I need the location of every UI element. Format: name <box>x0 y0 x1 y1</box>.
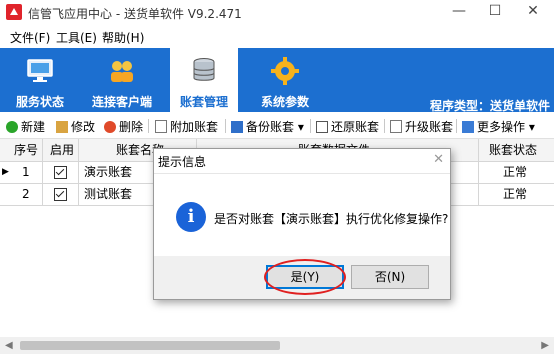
upgrade-icon <box>390 120 402 133</box>
row-index: 1 <box>22 165 30 179</box>
chevron-down-icon: ▾ <box>528 120 535 134</box>
info-icon: i <box>176 202 206 232</box>
column-divider <box>478 139 479 206</box>
confirm-dialog: 提示信息 ✕ i 是否对账套【演示账套】执行优化修复操作? 是(Y) 否(N) <box>153 148 451 300</box>
backup-icon <box>231 121 243 133</box>
enabled-checkbox[interactable] <box>54 166 67 179</box>
dialog-title-bar: 提示信息 ✕ <box>154 149 450 174</box>
tab-label: 系统参数 <box>260 95 309 109</box>
program-type-label: 程序类型：送货单软件 <box>429 99 550 113</box>
more-label: 更多操作 <box>477 120 526 134</box>
upgrade-account-button[interactable]: 升级账套 <box>390 118 453 135</box>
restore-icon <box>316 121 328 133</box>
header-enabled: 启用 <box>50 143 75 157</box>
plus-icon <box>6 121 18 133</box>
more-icon <box>462 121 474 133</box>
tab-label: 账套管理 <box>179 95 228 109</box>
edit-button[interactable]: 修改 <box>56 118 95 135</box>
delete-label: 删除 <box>119 120 144 134</box>
database-icon <box>193 58 215 81</box>
dialog-message: 是否对账套【演示账套】执行优化修复操作? <box>214 212 449 226</box>
close-button[interactable]: ✕ <box>514 0 552 24</box>
scroll-thumb[interactable] <box>20 341 280 350</box>
chevron-down-icon: ▾ <box>297 120 304 134</box>
upgrade-label: 升级账套 <box>405 120 454 134</box>
maximize-button[interactable]: ☐ <box>476 0 514 24</box>
column-divider <box>42 139 43 206</box>
scroll-right-icon[interactable]: ▶ <box>541 340 549 351</box>
row-status: 正常 <box>503 187 528 201</box>
toolbar-divider <box>225 119 226 133</box>
attach-icon <box>155 120 167 133</box>
new-label: 新建 <box>21 120 46 134</box>
menu-tools[interactable]: 工具(E) <box>56 29 97 46</box>
horizontal-scrollbar[interactable]: ◀ ▶ <box>0 337 554 354</box>
row-status: 正常 <box>503 165 528 179</box>
minimize-button[interactable]: — <box>440 0 478 24</box>
row-pointer-icon: ▶ <box>2 167 9 177</box>
tab-connected-clients[interactable]: 连接客户端 <box>84 48 160 112</box>
new-button[interactable]: 新建 <box>6 118 45 135</box>
menu-file[interactable]: 文件(F) <box>10 29 50 46</box>
tab-system-params[interactable]: 系统参数 <box>250 48 320 112</box>
row-index: 2 <box>22 187 30 201</box>
restore-label: 还原账套 <box>331 120 380 134</box>
menu-bar: 文件(F) 工具(E) 帮助(H) <box>0 26 554 46</box>
toolbar-divider <box>310 119 311 133</box>
edit-label: 修改 <box>71 120 96 134</box>
header-status: 账套状态 <box>489 143 538 157</box>
tab-account-management[interactable]: 账套管理 <box>170 48 238 112</box>
more-actions-button[interactable]: 更多操作 ▾ <box>462 118 535 135</box>
backup-account-button[interactable]: 备份账套 ▾ <box>231 118 304 135</box>
toolbar-divider <box>456 119 457 133</box>
title-bar: 信管飞应用中心 - 送货单软件 V9.2.471 — ☐ ✕ <box>0 0 554 24</box>
restore-account-button[interactable]: 还原账套 <box>316 118 379 135</box>
dialog-footer: 是(Y) 否(N) <box>154 256 450 299</box>
highlight-annotation <box>264 259 346 295</box>
toolbar-divider <box>384 119 385 133</box>
gear-icon <box>271 57 299 85</box>
column-divider <box>78 139 79 206</box>
scroll-left-icon[interactable]: ◀ <box>5 340 13 351</box>
tab-service-status[interactable]: 服务状态 <box>8 48 72 112</box>
edit-icon <box>56 121 68 133</box>
menu-help[interactable]: 帮助(H) <box>102 29 144 46</box>
tab-label: 服务状态 <box>15 95 64 109</box>
delete-button[interactable]: 删除 <box>104 118 143 135</box>
app-logo-icon <box>6 4 22 20</box>
row-name: 测试账套 <box>84 187 133 201</box>
attach-label: 附加账套 <box>170 120 219 134</box>
window-title: 信管飞应用中心 - 送货单软件 V9.2.471 <box>28 7 242 21</box>
tab-label: 连接客户端 <box>91 95 152 109</box>
dialog-close-icon[interactable]: ✕ <box>433 152 444 167</box>
row-name: 演示账套 <box>84 165 133 179</box>
dialog-title: 提示信息 <box>158 155 207 169</box>
no-button[interactable]: 否(N) <box>351 265 429 289</box>
users-icon <box>111 61 133 82</box>
attach-account-button[interactable]: 附加账套 <box>155 118 218 135</box>
enabled-checkbox[interactable] <box>54 188 67 201</box>
dialog-body: i 是否对账套【演示账套】执行优化修复操作? <box>154 174 450 256</box>
monitor-icon <box>27 59 53 82</box>
delete-icon <box>104 121 116 133</box>
backup-label: 备份账套 <box>246 120 295 134</box>
toolbar-divider <box>148 119 149 133</box>
toolbar: 新建 修改 删除 附加账套 备份账套 ▾ 还原账套 升级账套 更多操作 ▾ <box>0 114 554 139</box>
header-index: 序号 <box>14 143 39 157</box>
